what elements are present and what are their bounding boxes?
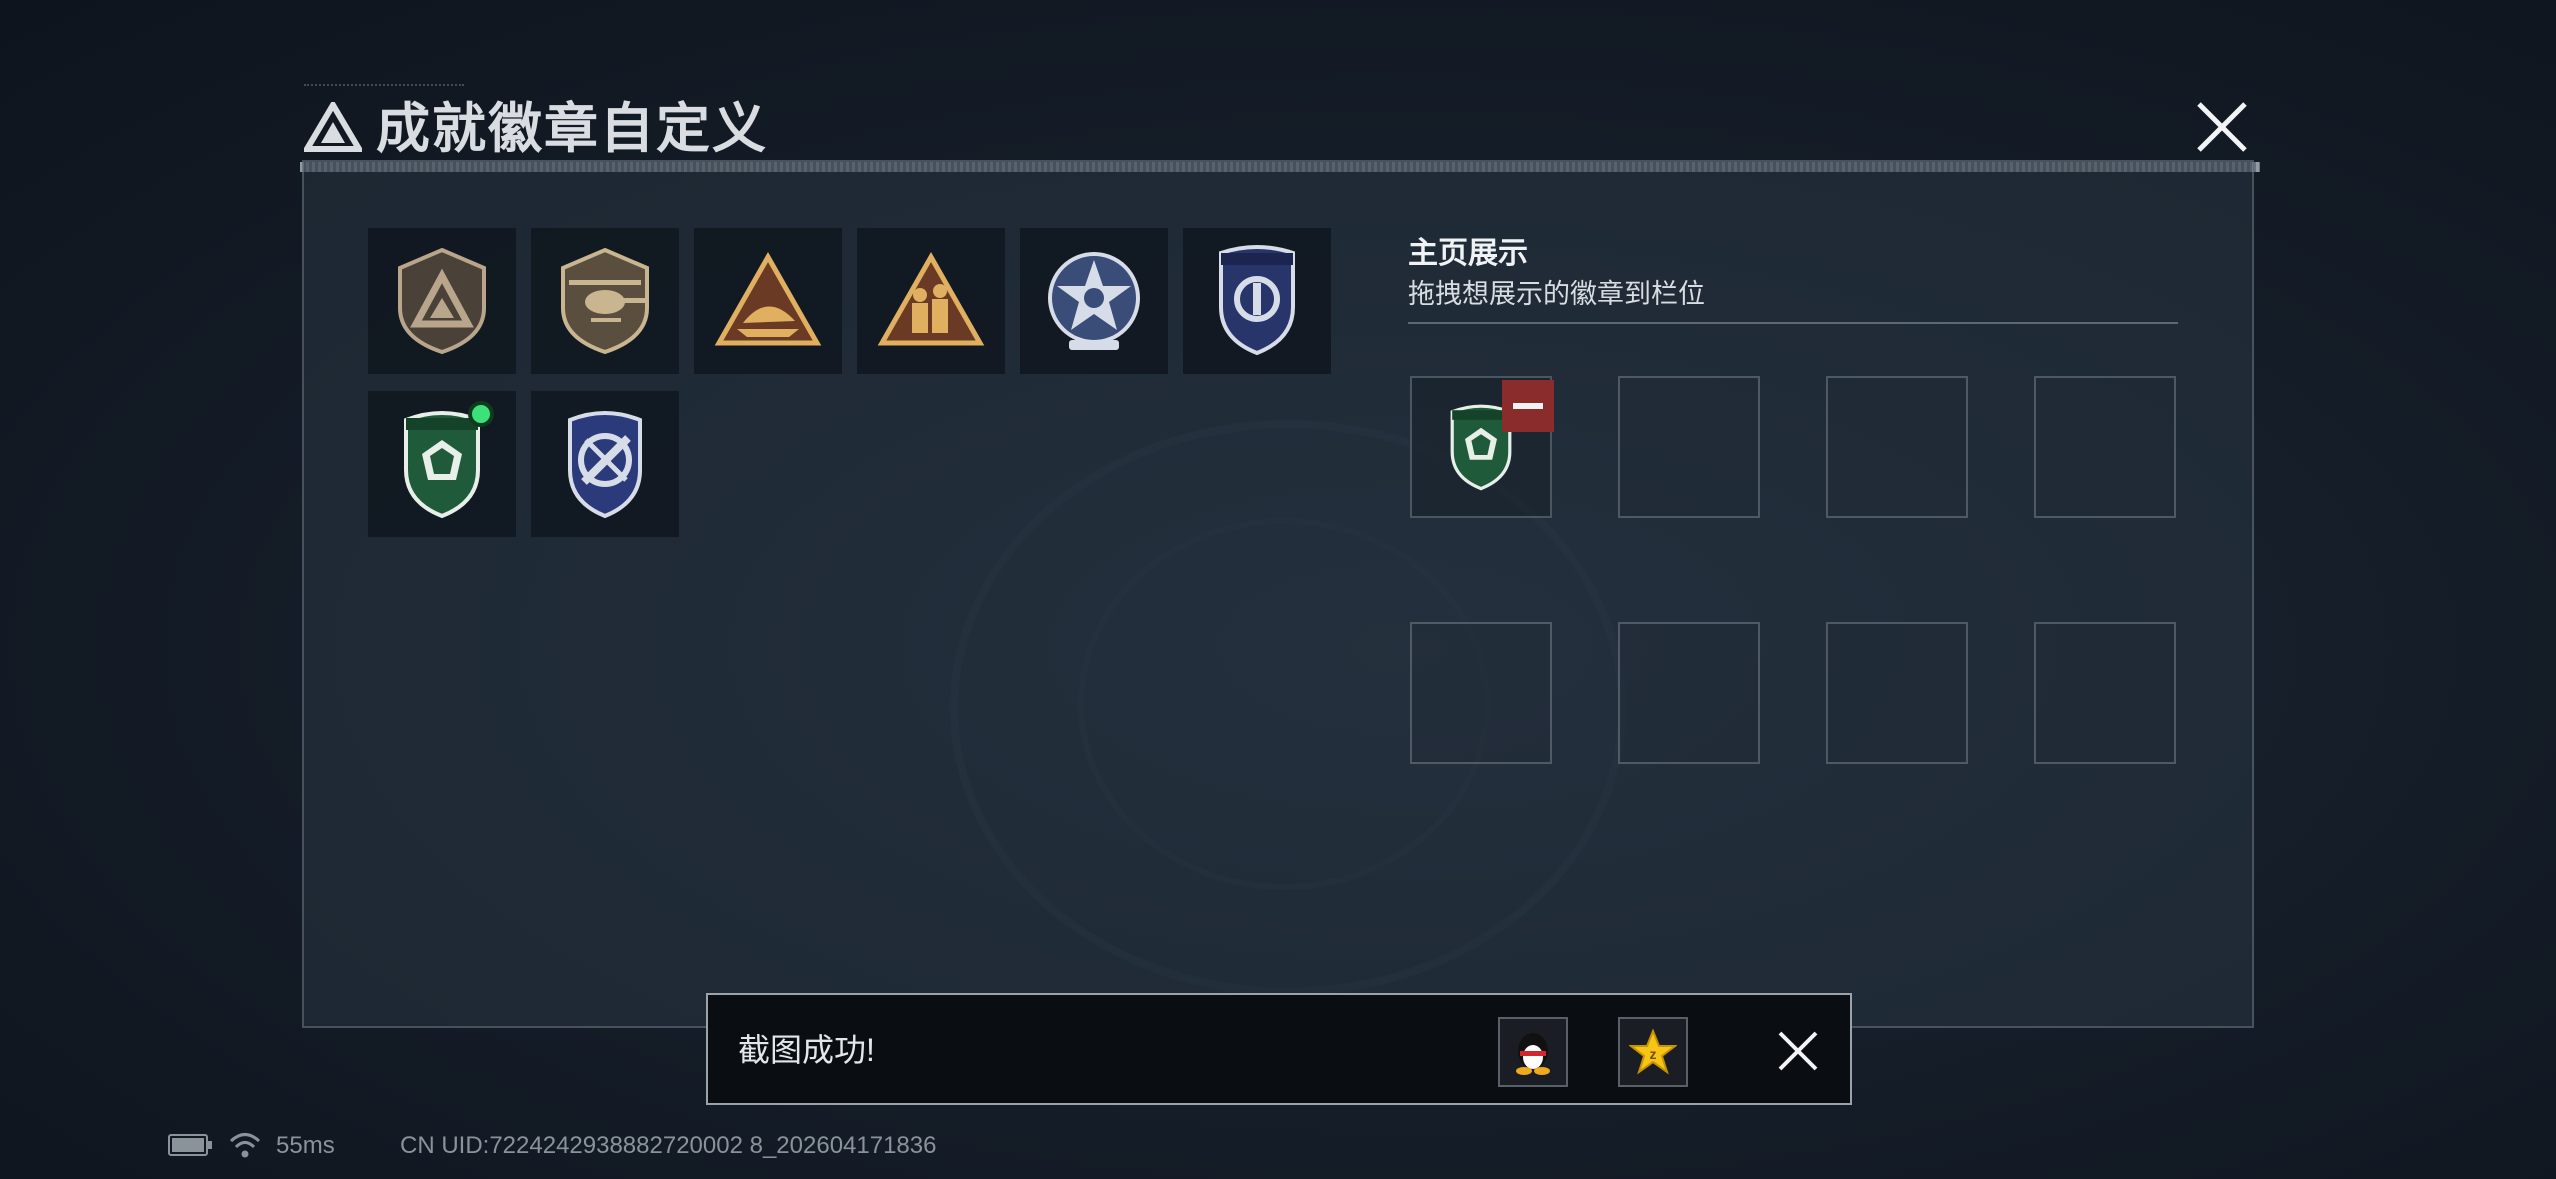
close-icon[interactable] <box>2185 90 2259 164</box>
crossed-tools-shield-badge-icon <box>568 411 642 519</box>
badge-tile[interactable] <box>368 228 516 374</box>
showcase-instruction: 拖拽想展示的徽章到栏位 <box>1408 279 1705 309</box>
minus-icon <box>1513 403 1543 409</box>
qzone-star-icon: z <box>1629 1029 1677 1075</box>
star-emblem-badge-icon <box>1048 252 1140 350</box>
showcase-slot[interactable] <box>1618 622 1760 764</box>
battery-charging-icon <box>168 1134 212 1156</box>
page-title: 成就徽章自定义 <box>376 99 768 159</box>
uid-readout: CN UID:7224242938882720002 8_20260417183… <box>400 1132 937 1159</box>
ping-readout: 55ms <box>276 1132 335 1159</box>
header-decoration <box>304 84 464 90</box>
share-qq-button[interactable] <box>1498 1017 1568 1087</box>
qq-penguin-icon <box>1516 1033 1550 1075</box>
screenshot-toast: 截图成功! z <box>706 993 1852 1105</box>
showcase-slot[interactable] <box>2034 622 2176 764</box>
showcase-divider <box>1408 322 2178 324</box>
status-bar: 55ms CN UID:7224242938882720002 8_202604… <box>166 1126 1066 1166</box>
showcase-slot[interactable] <box>1410 376 1554 518</box>
helicopter-badge-icon <box>561 247 649 355</box>
showcase-slot[interactable] <box>1826 622 1968 764</box>
share-qzone-button[interactable]: z <box>1618 1017 1688 1087</box>
showcase-slot[interactable] <box>2034 376 2176 518</box>
remove-badge-button[interactable] <box>1502 380 1554 432</box>
sailing-ship-badge-icon <box>714 251 822 346</box>
showcase-slot[interactable] <box>1618 376 1760 518</box>
badge-tile[interactable] <box>1183 228 1331 374</box>
soldiers-badge-icon <box>877 251 985 346</box>
showcase-slot[interactable] <box>1410 622 1552 764</box>
badge-tile[interactable] <box>1020 228 1168 374</box>
badge-tile[interactable] <box>857 228 1005 374</box>
showcase-title: 主页展示 <box>1408 237 1528 270</box>
dialog-header: 成就徽章自定义 <box>300 84 2260 172</box>
showcase-slot[interactable] <box>1826 376 1968 518</box>
triangle-shield-badge-icon <box>398 247 486 355</box>
close-icon[interactable] <box>1772 1025 1824 1077</box>
badge-tile[interactable] <box>531 228 679 374</box>
svg-text:z: z <box>1650 1046 1657 1062</box>
blue-wreath-shield-badge-icon <box>1219 245 1295 356</box>
triangle-logo-icon <box>304 102 362 152</box>
toast-message: 截图成功! <box>738 1032 875 1068</box>
wifi-icon <box>229 1133 261 1158</box>
new-indicator-dot <box>468 401 494 427</box>
badge-tile[interactable] <box>694 228 842 374</box>
badge-tile[interactable] <box>368 391 516 537</box>
badge-tile[interactable] <box>531 391 679 537</box>
